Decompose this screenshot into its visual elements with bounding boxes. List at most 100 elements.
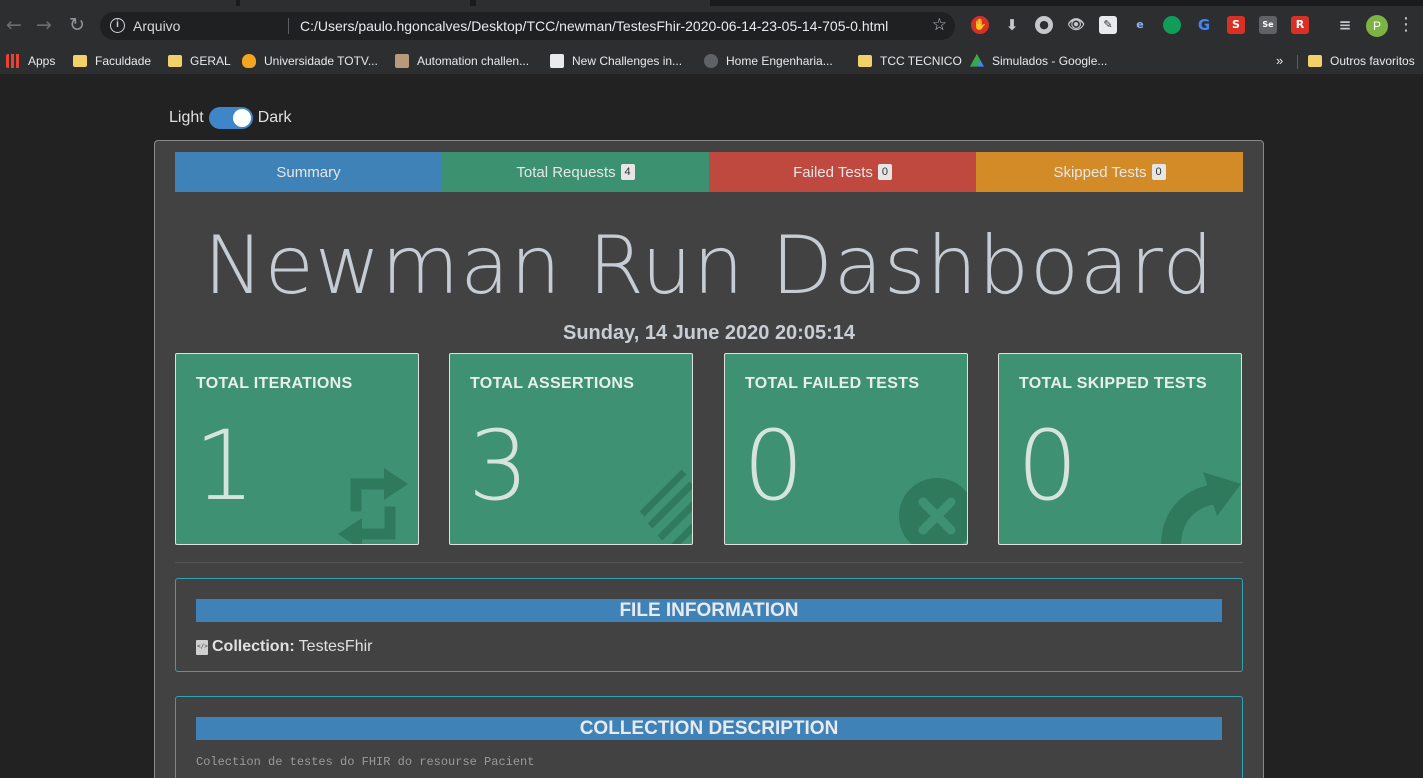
apps-grid-icon [6,54,20,68]
times-circle-icon [899,478,967,544]
browser-tab[interactable] [240,0,470,6]
bookmark-label: GERAL [190,54,231,68]
bookmarks-overflow-icon[interactable]: » [1276,53,1283,68]
bookmarks-bar: Apps Faculdade GERAL Universidade TOTV..… [0,48,1423,74]
card-total-skipped-tests: TOTAL SKIPPED TESTS 0 [998,353,1242,545]
flame-icon [242,54,256,68]
tab-label: Failed Tests [793,163,873,181]
s-extension-icon[interactable]: S [1227,16,1245,34]
collection-description-section: COLLECTION DESCRIPTION Colection de test… [175,696,1243,778]
menu-kebab-icon[interactable]: ⋮ [1397,14,1415,35]
media-control-icon[interactable]: ≡ [1336,16,1354,34]
bookmark-outros-favoritos[interactable]: Outros favoritos [1308,52,1415,70]
bookmarks-divider [1297,55,1298,69]
dark-mode-switch[interactable] [208,107,253,129]
tab-strip [0,0,1423,6]
chat-extension-icon[interactable] [1163,16,1181,34]
globe-icon [704,54,718,68]
dark-label: Dark [257,109,292,126]
folder-icon [168,55,182,67]
tab-summary[interactable]: Summary [175,152,442,192]
red-extension-icon[interactable]: R [1291,16,1309,34]
folder-icon [73,55,87,67]
section-header: COLLECTION DESCRIPTION [196,717,1222,740]
card-total-iterations: TOTAL ITERATIONS 1 [175,353,419,545]
card-label: TOTAL SKIPPED TESTS [1019,375,1207,392]
page-icon [550,54,564,68]
bookmark-apps[interactable]: Apps [6,52,55,70]
card-total-failed-tests: TOTAL FAILED TESTS 0 [724,353,968,545]
card-label: TOTAL ASSERTIONS [470,375,635,392]
omnibox-divider [288,18,289,34]
browser-tab[interactable] [476,0,710,6]
url-text[interactable]: C:/Users/paulo.hgoncalves/Desktop/TCC/ne… [300,18,888,34]
file-information-section: FILE INFORMATION Collection: TestesFhir [175,578,1243,672]
bookmark-star-icon[interactable]: ☆ [932,15,947,35]
page-title: Newman Run Dashboard [203,219,1215,312]
bookmark-faculdade[interactable]: Faculdade [73,52,151,70]
tab-label: Total Requests [516,163,616,181]
tab-skipped-tests[interactable]: Skipped Tests 0 [976,152,1243,192]
bookmark-label: New Challenges in... [572,54,683,68]
scheme-label: Arquivo [133,18,181,34]
edge-extension-icon[interactable]: e [1131,16,1149,34]
dashboard-panel: Summary Total Requests 4 Failed Tests 0 … [154,140,1264,778]
bookmark-label: TCC TECNICO [880,54,962,68]
card-value: 0 [1017,410,1079,522]
adblock-extension-icon[interactable]: ✋ [971,16,989,34]
browser-toolbar: ← → ↻ i Arquivo C:/Users/paulo.hgoncalve… [0,0,1423,48]
bookmark-label: Faculdade [95,54,152,68]
bookmark-simulados[interactable]: Simulados - Google... [970,52,1107,70]
hide-extension-icon[interactable]: 👁 [1067,16,1085,34]
tab-bar: Summary Total Requests 4 Failed Tests 0 … [175,152,1243,192]
profile-avatar[interactable]: P [1366,15,1388,37]
collection-line: Collection: TestesFhir [196,638,372,656]
share-arrow-icon [1161,472,1241,544]
screenshot-extension-icon[interactable]: ✎ [1099,16,1117,34]
bookmark-label: Home Engenharia... [726,54,833,68]
forward-icon[interactable]: → [33,14,55,36]
count-badge: 4 [620,164,635,180]
bookmark-home-engenharia[interactable]: Home Engenharia... [704,52,833,70]
drive-icon [970,54,984,67]
info-icon[interactable]: i [110,18,125,33]
switch-knob [232,109,251,127]
collection-name: TestesFhir [298,638,373,655]
tab-total-requests[interactable]: Total Requests 4 [442,152,709,192]
bookmark-new-challenges[interactable]: New Challenges in... [550,52,682,70]
bookmark-automation[interactable]: Automation challen... [395,52,529,70]
bookmark-label: Simulados - Google... [992,54,1108,68]
reload-icon[interactable]: ↻ [66,14,88,36]
description-text: Colection de testes do FHIR do resourse … [196,755,535,769]
card-value: 0 [743,410,805,522]
theme-toggle: Light Dark [169,107,291,129]
count-badge: 0 [1151,164,1166,180]
google-extension-icon[interactable]: G [1195,16,1213,34]
bookmark-tcc-tecnico[interactable]: TCC TECNICO [858,52,962,70]
download-extension-icon[interactable]: ⬇ [1003,16,1021,34]
back-icon[interactable]: ← [3,14,25,36]
bookmark-geral[interactable]: GERAL [168,52,231,70]
avatar-icon [395,54,409,68]
record-extension-icon[interactable]: ● [1035,16,1053,34]
collection-label: Collection: [212,638,295,655]
tab-label: Summary [276,163,341,181]
browser-tab[interactable] [0,0,236,6]
bookmark-label: Outros favoritos [1330,54,1415,68]
card-value: 1 [194,410,256,522]
tab-failed-tests[interactable]: Failed Tests 0 [709,152,976,192]
card-value: 3 [468,410,530,522]
folder-icon [858,55,872,67]
bookmark-universidade[interactable]: Universidade TOTV... [242,52,378,70]
address-bar[interactable]: i Arquivo C:/Users/paulo.hgoncalves/Desk… [100,12,955,40]
list-icon [639,469,692,544]
tab-label: Skipped Tests [1053,163,1147,181]
bookmark-label: Universidade TOTV... [264,54,378,68]
sync-icon [338,468,408,544]
file-code-icon [196,639,208,655]
bookmark-label: Apps [28,54,56,68]
selenium-extension-icon[interactable]: Se [1259,16,1277,34]
card-total-assertions: TOTAL ASSERTIONS 3 [449,353,693,545]
bookmark-label: Automation challen... [417,54,530,68]
run-date: Sunday, 14 June 2020 20:05:14 [562,322,855,344]
